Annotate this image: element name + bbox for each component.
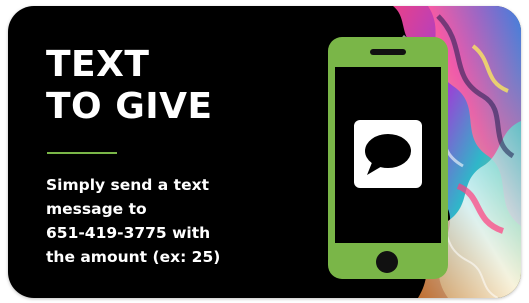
instructions-text: Simply send a text message to 651-419-37… [46, 173, 276, 269]
phone-screen [335, 67, 441, 243]
text-to-give-card: TEXT TO GIVE Simply send a text message … [8, 6, 521, 298]
headline-line-text: TEXT [46, 44, 150, 85]
instructions-line: message to [46, 200, 147, 218]
phone-home-button [376, 251, 398, 273]
phone-speaker [370, 49, 406, 55]
smartphone-icon [328, 37, 448, 279]
headline-line-to-give: TO GIVE [46, 86, 213, 127]
instructions-line-phone-number: 651-419-3775 with [46, 224, 211, 242]
message-app-tile [354, 120, 422, 188]
instructions-line: the amount (ex: 25) [46, 248, 221, 266]
speech-bubble-icon [365, 134, 411, 175]
headline: TEXT TO GIVE [46, 44, 213, 128]
instructions-line: Simply send a text [46, 176, 209, 194]
accent-divider [47, 152, 117, 154]
